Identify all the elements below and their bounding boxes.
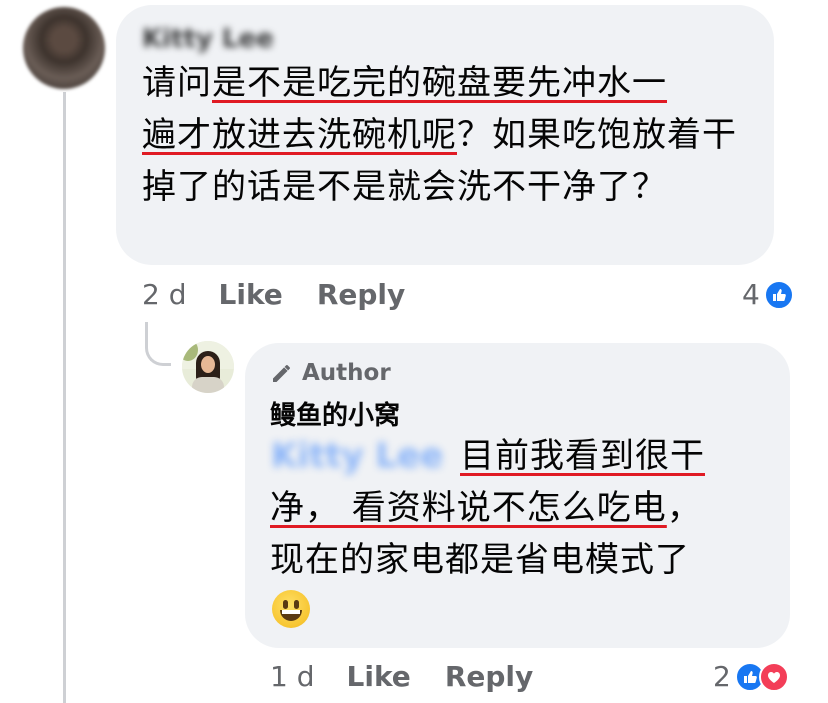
- avatar-face: [201, 356, 215, 373]
- comment-author-name[interactable]: Kitty Lee: [142, 24, 274, 54]
- reply-button[interactable]: Reply: [317, 278, 405, 311]
- avatar-body: [192, 377, 224, 393]
- comment-actions: 2 d Like Reply: [142, 278, 439, 311]
- reaction-count: 2: [713, 660, 731, 693]
- grinning-emoji-icon: [272, 590, 310, 628]
- like-reaction-icon: [763, 279, 794, 310]
- author-badge-label: Author: [302, 360, 391, 386]
- comment-text-highlight: 是不是吃完的碗盘要先冲水一: [212, 63, 667, 103]
- emoji-teeth: [282, 610, 300, 614]
- reply-text-highlight: 目前我看到很干: [460, 436, 705, 476]
- reply-text-part: 现在的家电都是省电模式了: [270, 540, 690, 580]
- love-reaction-icon: [758, 661, 789, 692]
- comment-text-part: 请问: [142, 63, 212, 103]
- avatar[interactable]: [23, 7, 105, 89]
- reply-text-highlight: 净， 看资料说不怎么吃电: [270, 488, 667, 528]
- author-badge: Author: [270, 360, 391, 386]
- pencil-icon: [273, 365, 290, 382]
- reply-timestamp[interactable]: 1 d: [270, 660, 315, 693]
- like-button[interactable]: Like: [219, 278, 283, 311]
- reaction-summary[interactable]: 4: [742, 278, 794, 311]
- reply-actions: 1 d Like Reply: [270, 660, 567, 693]
- avatar[interactable]: [182, 341, 234, 393]
- like-button[interactable]: Like: [347, 660, 411, 693]
- reply-text-part: ，: [666, 488, 702, 528]
- reply-connector: [145, 322, 171, 366]
- comment-text: 请问是不是吃完的碗盘要先冲水一 遍才放进去洗碗机呢？如果吃饱放着干掉了的话是不是就…: [142, 57, 762, 213]
- emoji-eye: [294, 600, 299, 609]
- reply-text: 目前我看到很干净， 看资料说不怎么吃电， 现在的家电都是省电模式了: [270, 430, 770, 586]
- reply-button[interactable]: Reply: [445, 660, 533, 693]
- comment-text-highlight: 遍才放进去洗碗机呢: [142, 115, 457, 155]
- reaction-count: 4: [742, 278, 760, 311]
- reply-author-name[interactable]: 鳗鱼的小窝: [270, 395, 400, 432]
- thread-line: [63, 92, 66, 703]
- emoji-eye: [283, 600, 288, 609]
- reaction-summary[interactable]: 2: [713, 660, 789, 693]
- comment-timestamp[interactable]: 2 d: [142, 278, 187, 311]
